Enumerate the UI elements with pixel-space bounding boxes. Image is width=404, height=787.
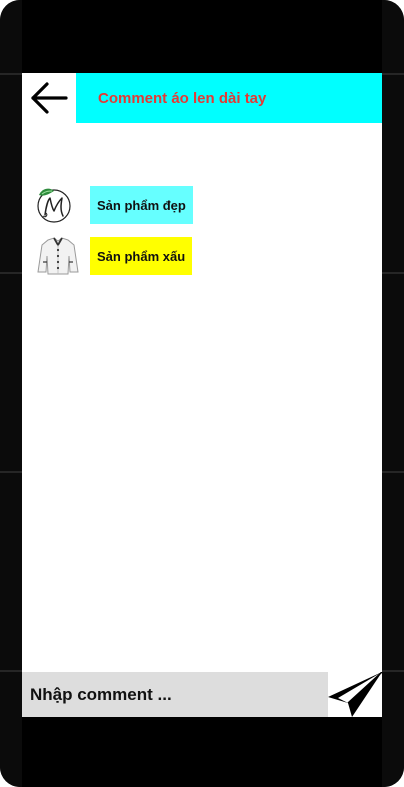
frame-divider xyxy=(0,670,22,672)
title-bar: Comment áo len dài tay xyxy=(76,73,382,123)
logo-m-leaf-avatar xyxy=(34,185,74,225)
comment-item: Sản phẩm đẹp xyxy=(22,186,382,224)
phone-frame: Comment áo len dài tay Sản phẩm đẹp Sản … xyxy=(0,0,404,787)
frame-divider xyxy=(382,471,404,473)
frame-divider xyxy=(0,272,22,274)
frame-divider xyxy=(0,73,22,75)
arrow-left-icon xyxy=(31,82,68,114)
frame-side-left xyxy=(0,0,22,787)
back-button[interactable] xyxy=(22,73,76,123)
comment-item: Sản phẩm xấu xyxy=(22,237,382,275)
send-button[interactable] xyxy=(328,672,382,717)
comment-text: Sản phẩm xấu xyxy=(97,248,186,264)
comment-bubble: Sản phẩm xấu xyxy=(90,237,193,275)
frame-divider xyxy=(382,670,404,672)
comment-input[interactable] xyxy=(30,684,320,705)
page-title: Comment áo len dài tay xyxy=(98,89,267,107)
top-bar: Comment áo len dài tay xyxy=(22,73,382,123)
paper-plane-icon xyxy=(328,672,382,717)
frame-side-right xyxy=(382,0,404,787)
white-shirt-avatar xyxy=(34,236,79,276)
comment-screen: Comment áo len dài tay Sản phẩm đẹp Sản … xyxy=(22,73,382,717)
comment-input-bar xyxy=(22,672,328,717)
frame-divider xyxy=(382,272,404,274)
frame-divider xyxy=(382,73,404,75)
frame-divider xyxy=(0,471,22,473)
comment-text: Sản phẩm đẹp xyxy=(97,197,186,213)
comment-bubble: Sản phẩm đẹp xyxy=(90,186,193,224)
